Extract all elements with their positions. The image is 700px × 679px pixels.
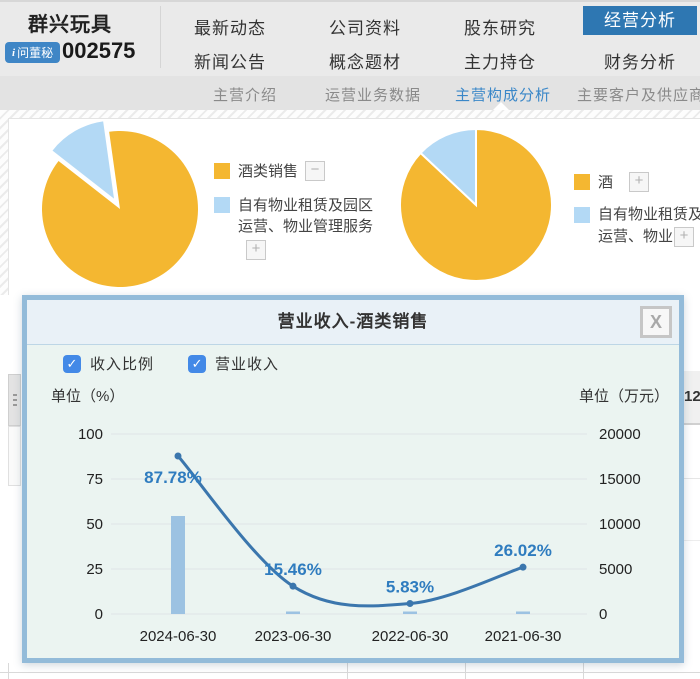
nav-item-latest-news[interactable]: 最新动态 xyxy=(165,14,295,39)
table-column-divider xyxy=(8,663,9,679)
svg-text:75: 75 xyxy=(86,471,103,488)
legend-swatch-property-services xyxy=(214,197,230,213)
scrollbar-handle[interactable] xyxy=(8,374,21,426)
checked-checkbox-icon[interactable]: ✓ xyxy=(63,355,81,373)
legend-label-property-services: 自有物业租赁及园区运营、物业管理服务 xyxy=(238,195,380,237)
svg-text:15000: 15000 xyxy=(599,471,641,488)
expand-plus-icon[interactable]: + xyxy=(674,227,694,247)
close-icon[interactable]: X xyxy=(640,306,672,338)
svg-text:2023-06-30: 2023-06-30 xyxy=(255,628,332,645)
svg-text:26.02%: 26.02% xyxy=(494,541,552,560)
checked-checkbox-icon[interactable]: ✓ xyxy=(188,355,206,373)
legend-swatch-property-right xyxy=(574,207,590,223)
legend-label-liquor-sales: 酒类销售 xyxy=(238,161,298,182)
checkbox-operating-revenue[interactable]: ✓ 营业收入 xyxy=(188,353,279,374)
pie-chart-right[interactable] xyxy=(396,126,561,286)
company-name: 群兴玩具 xyxy=(28,8,112,37)
svg-text:2021-06-30: 2021-06-30 xyxy=(485,628,562,645)
nav-item-concept-themes[interactable]: 概念题材 xyxy=(300,48,430,73)
subnav-item-customers-suppliers[interactable]: 主要客户及供应商 xyxy=(577,84,700,105)
subnav-item-operation-data[interactable]: 运营业务数据 xyxy=(325,84,421,105)
line-bar-combo-chart[interactable]: 0 25 50 75 100 0 5000 10000 15000 20000 2024-06-30… xyxy=(27,403,677,653)
pie-chart-left[interactable] xyxy=(30,116,210,296)
svg-text:0: 0 xyxy=(599,606,607,623)
checkbox-label: 营业收入 xyxy=(215,353,279,374)
svg-text:0: 0 xyxy=(95,606,103,623)
ask-secretary-label: 问董秘 xyxy=(17,44,53,61)
table-row-divider xyxy=(0,672,700,673)
table-header-fragment: 12 xyxy=(684,371,700,425)
svg-text:87.78%: 87.78% xyxy=(144,468,202,487)
dialog-title: 营业收入-酒类销售 xyxy=(27,300,679,344)
svg-text:100: 100 xyxy=(78,426,103,443)
active-tab-caret xyxy=(493,102,509,110)
svg-text:2022-06-30: 2022-06-30 xyxy=(372,628,449,645)
svg-text:15.46%: 15.46% xyxy=(264,560,322,579)
svg-text:2024-06-30: 2024-06-30 xyxy=(140,628,217,645)
nav-item-business-analysis-active[interactable]: 经营分析 xyxy=(583,6,697,35)
svg-text:25: 25 xyxy=(86,561,103,578)
svg-text:50: 50 xyxy=(86,516,103,533)
nav-item-shareholder-research[interactable]: 股东研究 xyxy=(435,14,565,39)
dialog-body: ✓ 收入比例 ✓ 营业收入 单位（%） 单位（万元） 0255075100050… xyxy=(27,345,679,658)
scrollbar-track[interactable] xyxy=(8,426,21,486)
legend-label-property-right-line1: 自有物业租赁及园区 xyxy=(598,204,700,225)
dialog-titlebar: 营业收入-酒类销售 X xyxy=(27,300,679,345)
legend-swatch-liquor-sales xyxy=(214,163,230,179)
table-column-divider xyxy=(583,663,584,679)
collapse-minus-icon[interactable]: − xyxy=(305,161,325,181)
expand-plus-icon[interactable]: + xyxy=(246,240,266,260)
nav-item-main-holdings[interactable]: 主力持仓 xyxy=(435,48,565,73)
stock-code: 002575 xyxy=(62,38,135,64)
legend-label-liquor: 酒 xyxy=(598,172,613,193)
table-column-divider xyxy=(347,663,348,679)
checkbox-label: 收入比例 xyxy=(90,353,154,374)
legend-swatch-liquor xyxy=(574,174,590,190)
table-column-divider xyxy=(465,663,466,679)
svg-text:10000: 10000 xyxy=(599,516,641,533)
nav-item-financial-analysis[interactable]: 财务分析 xyxy=(575,48,700,73)
checkbox-income-ratio[interactable]: ✓ 收入比例 xyxy=(63,353,154,374)
nav-item-company-profile[interactable]: 公司资料 xyxy=(300,14,430,39)
expand-plus-icon[interactable]: + xyxy=(629,172,649,192)
table-row-divider xyxy=(684,540,700,541)
legend-label-property-right-line2: 运营、物业 xyxy=(598,226,673,247)
nav-item-announcements[interactable]: 新闻公告 xyxy=(165,48,295,73)
svg-text:5000: 5000 xyxy=(599,561,632,578)
subnav-item-main-business-intro[interactable]: 主营介绍 xyxy=(213,84,277,105)
revenue-detail-dialog: 营业收入-酒类销售 X ✓ 收入比例 ✓ 营业收入 单位（%） 单位（万元） 0… xyxy=(22,295,684,663)
table-row-divider xyxy=(684,478,700,479)
info-icon: i xyxy=(12,47,15,59)
svg-text:5.83%: 5.83% xyxy=(386,578,434,597)
ask-secretary-button[interactable]: i 问董秘 xyxy=(5,42,60,63)
header-divider xyxy=(160,6,161,68)
series-toggle-row: ✓ 收入比例 ✓ 营业收入 xyxy=(63,353,279,374)
svg-text:20000: 20000 xyxy=(599,426,641,443)
